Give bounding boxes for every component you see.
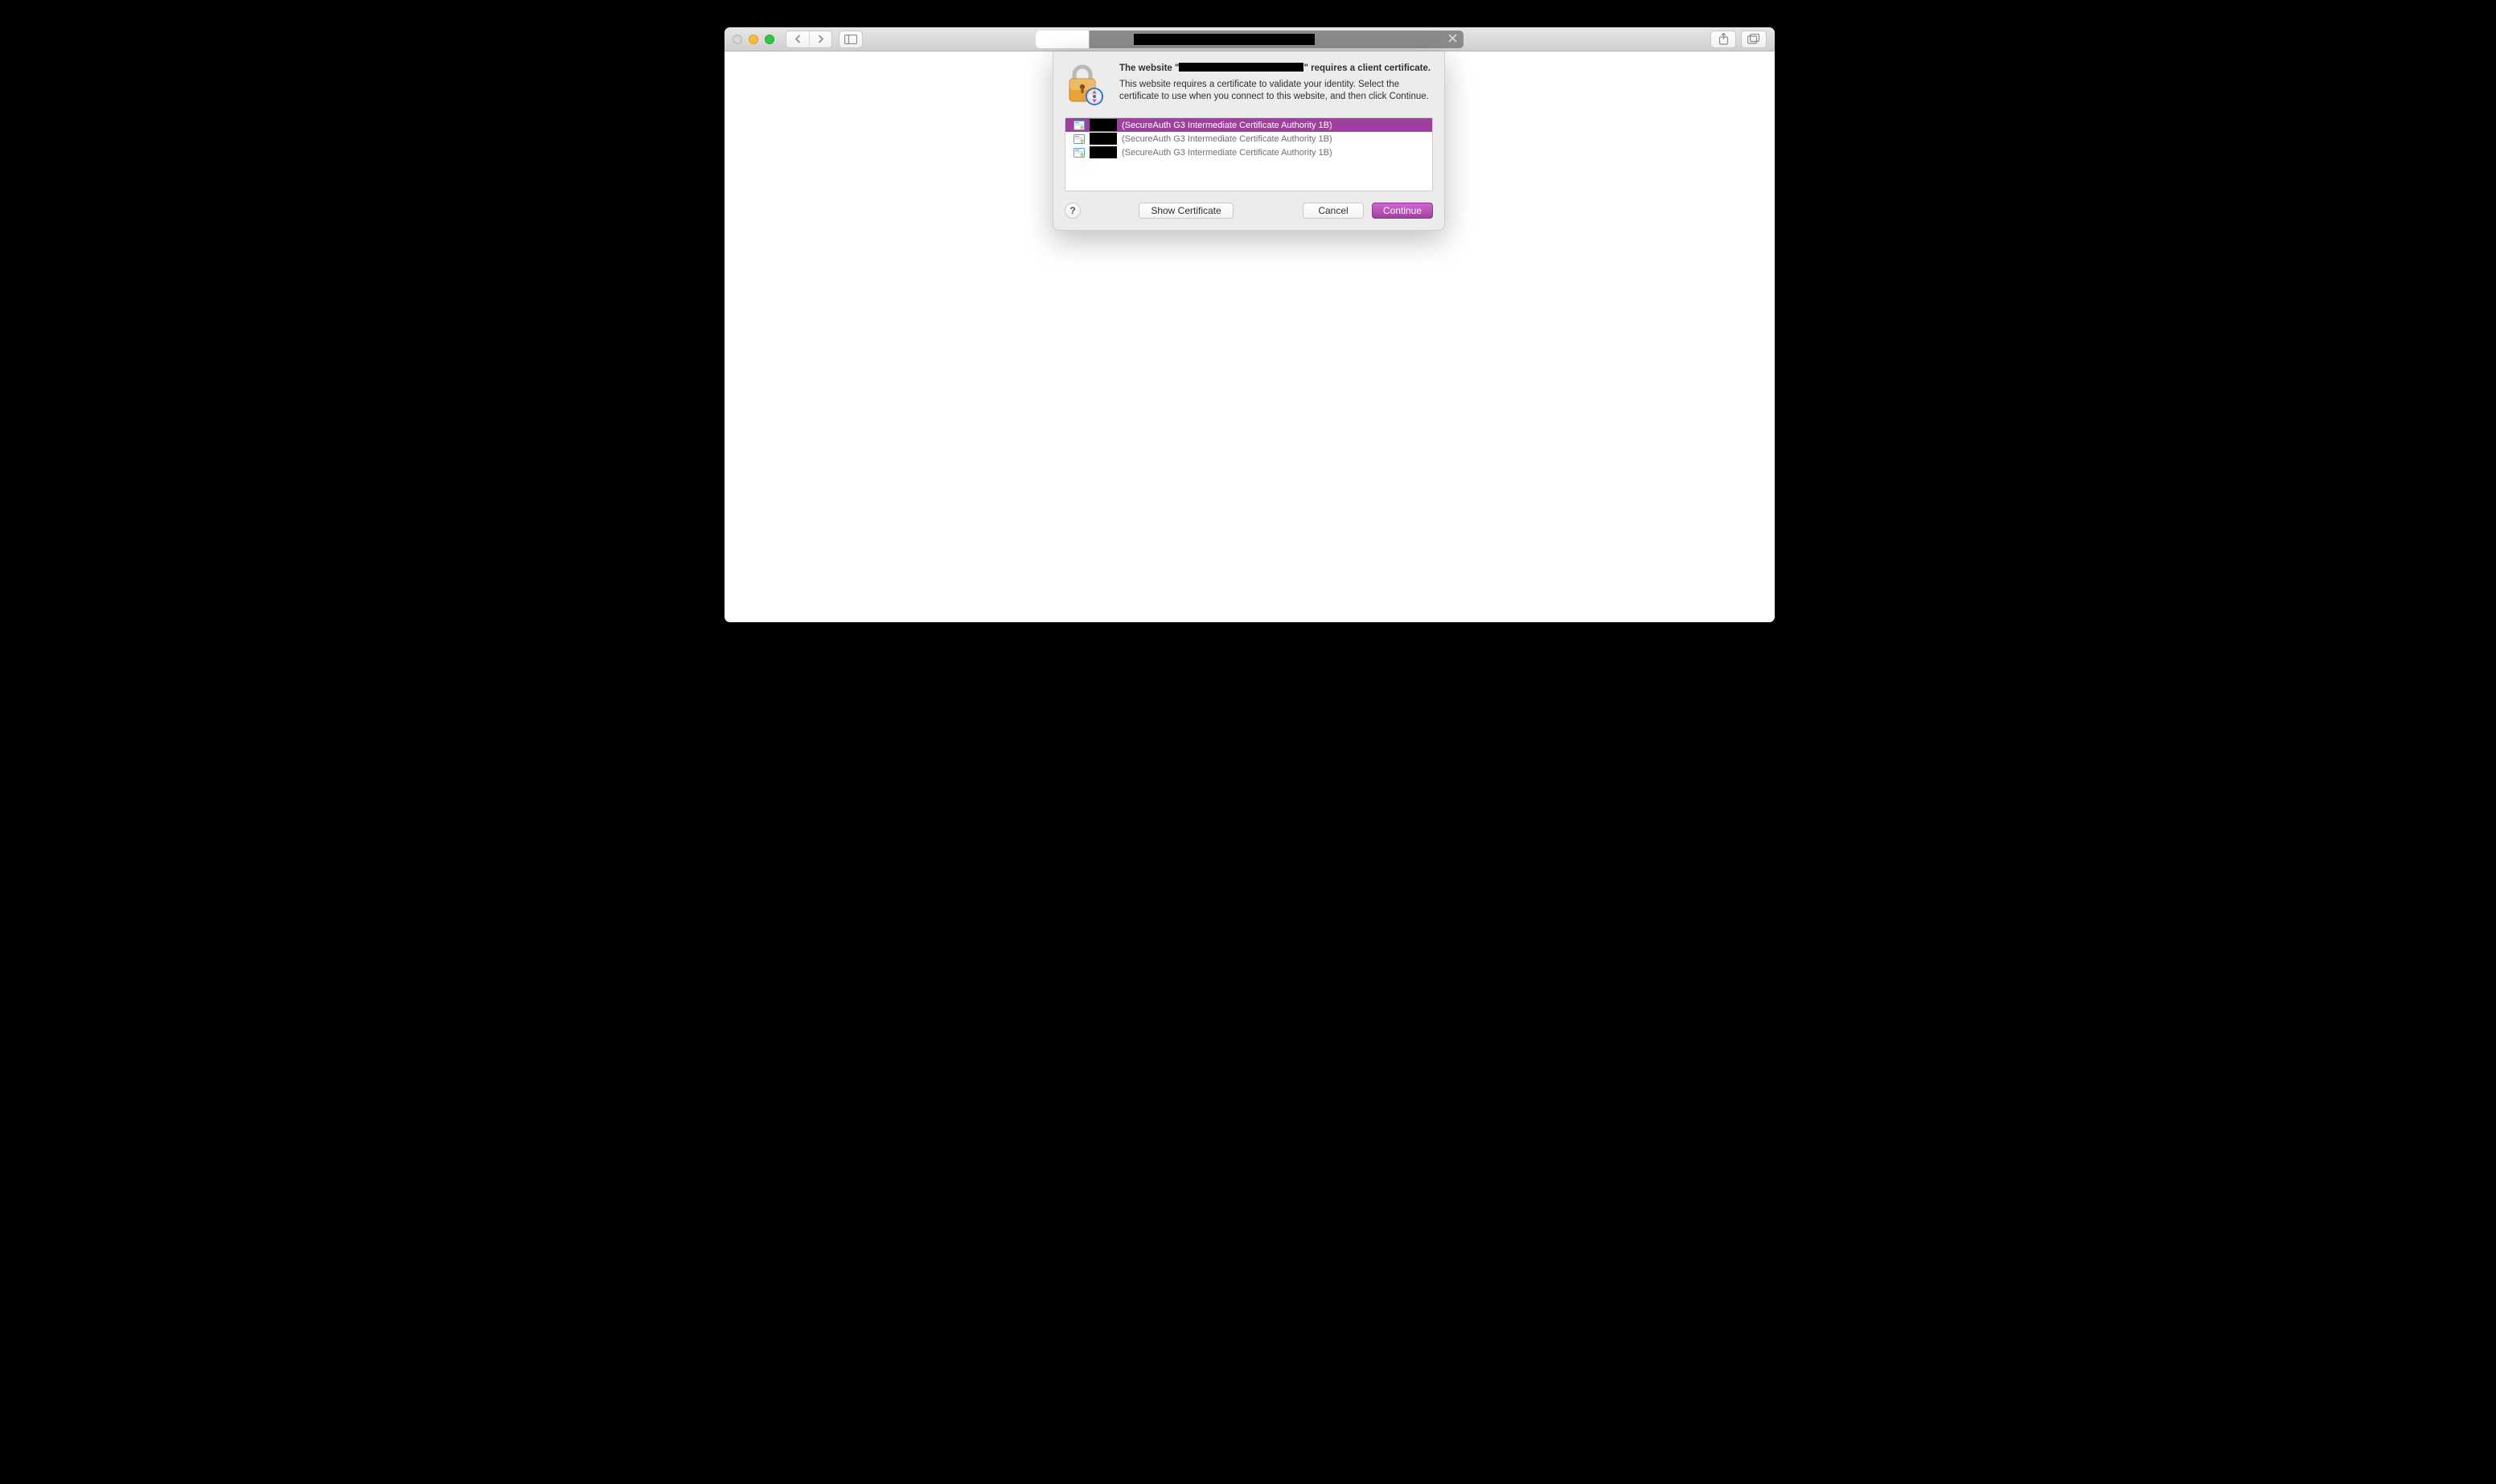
certificate-row[interactable]: (SecureAuth G3 Intermediate Certificate … [1065,146,1432,159]
navigation-buttons [786,31,832,48]
certificate-name-redacted [1090,133,1117,145]
lock-icon [1065,63,1105,108]
back-button[interactable] [786,31,809,47]
certificate-sheet: The website " " requires a client certifi… [1053,51,1445,231]
certificate-icon [1074,121,1085,130]
address-secure-area [1036,31,1090,48]
address-bar[interactable] [1036,31,1464,48]
help-button[interactable]: ? [1065,203,1081,219]
close-window-button[interactable] [733,35,742,44]
zoom-window-button[interactable] [765,35,774,44]
certificate-issuer: (SecureAuth G3 Intermediate Certificate … [1122,134,1332,144]
titlebar [725,27,1775,51]
show-certificate-button[interactable]: Show Certificate [1139,203,1234,219]
tabs-group [1741,31,1767,48]
desktop-stage: + [680,0,1816,675]
share-group [1710,31,1736,48]
cancel-label: Cancel [1318,205,1348,216]
cancel-button[interactable]: Cancel [1303,203,1364,219]
window-controls [733,35,774,44]
certificate-issuer: (SecureAuth G3 Intermediate Certificate … [1122,121,1332,130]
continue-label: Continue [1383,205,1422,216]
certificate-row[interactable]: (SecureAuth G3 Intermediate Certificate … [1065,132,1432,146]
certificate-name-redacted [1090,119,1117,131]
stop-reload-icon[interactable] [1448,33,1457,45]
page-viewport: The website " " requires a client certifi… [725,51,1775,622]
sheet-title-suffix: " requires a client certificate. [1303,64,1431,73]
show-tabs-button[interactable] [1742,31,1766,47]
certificate-row[interactable]: (SecureAuth G3 Intermediate Certificate … [1065,118,1432,132]
toolbar-right [1710,31,1767,48]
certificate-name-redacted [1090,146,1117,158]
address-url-redacted [1134,34,1315,45]
share-button[interactable] [1711,31,1735,47]
help-icon: ? [1069,205,1075,216]
sheet-description: This website requires a certificate to v… [1119,79,1433,104]
sheet-title: The website " " requires a client certifi… [1119,63,1433,76]
sheet-hostname-redacted [1179,63,1303,72]
sidebar-toggle[interactable] [839,31,863,48]
certificate-icon [1074,134,1085,144]
minimize-window-button[interactable] [749,35,758,44]
certificate-list[interactable]: (SecureAuth G3 Intermediate Certificate … [1065,117,1433,191]
show-certificate-label: Show Certificate [1151,205,1221,216]
sheet-actions: ? Show Certificate Cancel Continue [1065,203,1433,219]
certificate-icon [1074,148,1085,158]
sidebar-icon [840,31,862,47]
sheet-title-prefix: The website " [1119,64,1179,73]
forward-button[interactable] [809,31,831,47]
browser-window: + [725,27,1775,622]
continue-button[interactable]: Continue [1372,203,1433,219]
certificate-issuer: (SecureAuth G3 Intermediate Certificate … [1122,148,1332,158]
